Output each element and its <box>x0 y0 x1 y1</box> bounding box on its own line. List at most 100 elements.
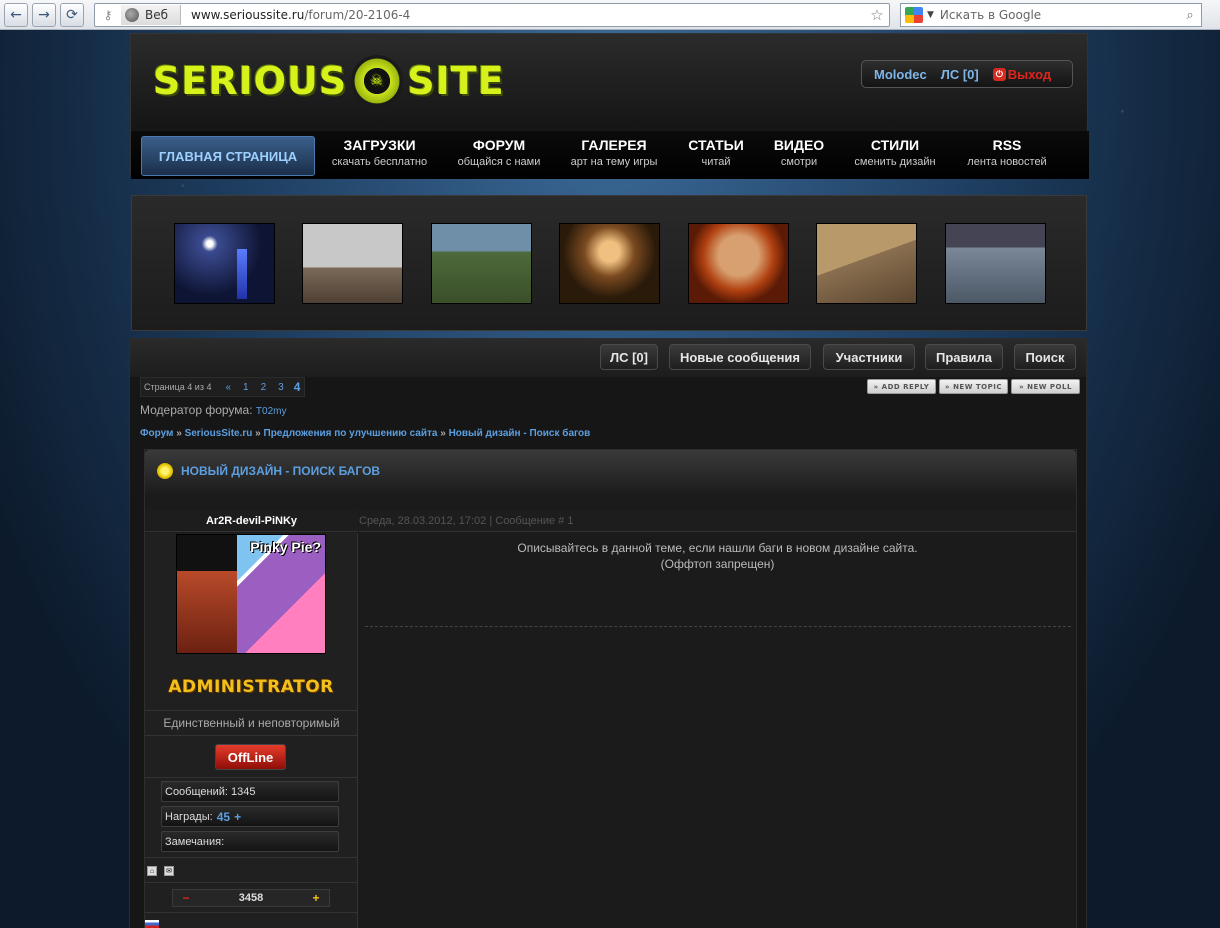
rep-minus-button[interactable]: − <box>173 891 199 905</box>
post-text-line: Описывайтесь в данной теме, если нашли б… <box>517 541 918 555</box>
gallery-thumbnail[interactable] <box>302 223 403 304</box>
web-chip[interactable]: Веб <box>121 5 182 25</box>
bookmark-star-icon[interactable]: ☆ <box>865 6 889 24</box>
breadcrumb-separator: » <box>440 428 446 439</box>
key-icon: ⚷ <box>103 8 113 22</box>
breadcrumb-separator: » <box>176 428 182 439</box>
pm-link[interactable]: ЛС [0] <box>941 67 979 82</box>
nav-downloads[interactable]: ЗАГРУЗКИ скачать бесплатно <box>317 137 442 168</box>
user-panel: Molodec ЛС [0] ⏻ Выход <box>861 60 1073 88</box>
username-link[interactable]: Molodec <box>874 67 927 82</box>
reload-button[interactable]: ⟳ <box>60 2 84 27</box>
nav-styles[interactable]: СТИЛИ сменить дизайн <box>847 137 943 168</box>
nav-home[interactable]: ГЛАВНАЯ СТРАНИЦА <box>141 136 315 176</box>
pager-current: 4 <box>293 380 301 394</box>
mail-icon[interactable]: ✉ <box>164 866 174 876</box>
breadcrumb-separator: » <box>255 428 261 439</box>
gallery-thumbnail[interactable] <box>945 223 1046 304</box>
reputation-box: − 3458 + <box>172 889 330 907</box>
logo-text-left: SERIOUS <box>153 59 348 103</box>
nav-subtitle: общайся с нами <box>457 156 541 168</box>
nav-subtitle: лента новостей <box>967 156 1047 168</box>
new-topic-button[interactable]: » NEW TOPIC <box>939 379 1008 394</box>
gallery-thumbnail[interactable] <box>559 223 660 304</box>
nav-title: СТИЛИ <box>870 137 920 153</box>
chevron-down-icon[interactable]: ▼ <box>927 10 934 20</box>
reputation-value: 3458 <box>238 892 264 904</box>
google-search-box[interactable]: ▼ Искать в Google ⌕ <box>900 3 1202 27</box>
web-chip-label: Веб <box>145 8 169 22</box>
moderator-link[interactable]: T02my <box>256 406 287 417</box>
country-flag-icon <box>145 920 159 928</box>
nav-forum[interactable]: ФОРУМ общайся с нами <box>449 137 549 168</box>
gallery-thumbnail[interactable] <box>174 223 275 304</box>
pager-page[interactable]: 1 <box>237 382 255 393</box>
awards-plus[interactable]: + <box>234 810 241 824</box>
new-poll-label: NEW POLL <box>1027 382 1072 391</box>
breadcrumb-link[interactable]: Форум <box>140 428 173 439</box>
url-text[interactable]: www.serioussite.ru/forum/20-2106-4 <box>181 8 865 22</box>
search-button[interactable]: Поиск <box>1014 344 1076 370</box>
gallery-thumbnail[interactable] <box>816 223 917 304</box>
site-logo[interactable]: SERIOUS ☠ SITE <box>153 55 505 107</box>
nav-rss[interactable]: RSS лента новостей <box>959 137 1055 168</box>
back-button[interactable]: ← <box>4 2 28 27</box>
awards-count: Награды: 45 + <box>161 806 339 827</box>
nav-gallery[interactable]: ГАЛЕРЕЯ арт на тему игры <box>564 137 664 168</box>
pager-page[interactable]: 3 <box>272 382 290 393</box>
profile-icon[interactable]: ⌂ <box>147 866 157 876</box>
breadcrumb-link[interactable]: SeriousSite.ru <box>185 428 253 439</box>
rules-button[interactable]: Правила <box>925 344 1003 370</box>
user-status-text: Единственный и неповторимый <box>145 710 358 736</box>
topic-header: НОВЫЙ ДИЗАЙН - ПОИСК БАГОВ <box>145 450 1076 494</box>
site-header: SERIOUS ☠ SITE Molodec ЛС [0] ⏻ Выход ГЛ… <box>130 33 1089 179</box>
gallery-thumbnail[interactable] <box>688 223 789 304</box>
warnings-label: Замечания: <box>165 835 225 848</box>
members-button[interactable]: Участники <box>823 344 915 370</box>
logout-link[interactable]: ⏻ Выход <box>992 67 1051 82</box>
nav-title: ЗАГРУЗКИ <box>343 137 416 153</box>
avatar-caption: Pinky Pie? <box>250 539 321 555</box>
nav-articles[interactable]: СТАТЬИ читай <box>679 137 753 168</box>
url-path: /forum/20-2106-4 <box>304 8 411 22</box>
add-reply-label: ADD REPLY <box>881 382 930 391</box>
nav-subtitle: арт на тему игры <box>570 156 658 168</box>
nav-video[interactable]: ВИДЕО смотри <box>765 137 833 168</box>
new-poll-button[interactable]: » NEW POLL <box>1011 379 1080 394</box>
divider <box>145 857 358 858</box>
rank-label: ADMINISTRATOR <box>168 677 334 697</box>
pager-prev[interactable]: « <box>219 382 237 393</box>
search-placeholder: Искать в Google <box>939 8 1042 22</box>
nav-title: ВИДЕО <box>773 137 825 153</box>
forum-area: ЛС [0] Новые сообщения Участники Правила… <box>129 338 1087 928</box>
forum-toolbar: ЛС [0] Новые сообщения Участники Правила… <box>130 339 1086 377</box>
url-domain: www.serioussite.ru <box>191 8 305 22</box>
gallery-thumbnail[interactable] <box>431 223 532 304</box>
breadcrumb: Форум » SeriousSite.ru » Предложения по … <box>140 428 590 439</box>
main-navigation: ГЛАВНАЯ СТРАНИЦА ЗАГРУЗКИ скачать беспла… <box>131 131 1089 179</box>
forward-button[interactable]: → <box>32 2 56 27</box>
add-reply-button[interactable]: » ADD REPLY <box>867 379 936 394</box>
logo-text-right: SITE <box>407 59 505 103</box>
nav-subtitle: смотри <box>780 156 818 168</box>
post-author-name[interactable]: Ar2R-devil-PiNKy <box>145 510 358 532</box>
rep-plus-button[interactable]: + <box>303 891 329 905</box>
pager-page[interactable]: 2 <box>255 382 273 393</box>
breadcrumb-link[interactable]: Новый дизайн - Поиск багов <box>449 428 591 439</box>
pagination: Страница 4 из 4 « 1 2 3 4 <box>140 377 306 397</box>
search-icon[interactable]: ⌕ <box>1179 8 1201 23</box>
breadcrumb-link[interactable]: Предложения по улучшению сайта <box>264 428 438 439</box>
divider <box>145 912 358 913</box>
address-bar[interactable]: ⚷ Веб www.serioussite.ru/forum/20-2106-4… <box>94 3 890 27</box>
post-text-line: (Оффтоп запрещен) <box>660 557 775 571</box>
awards-value[interactable]: 45 <box>217 810 230 824</box>
new-topic-label: NEW TOPIC <box>953 382 1002 391</box>
screenshot-gallery <box>131 195 1087 331</box>
divider <box>145 777 358 778</box>
pm-button[interactable]: ЛС [0] <box>600 344 658 370</box>
messages-label: Сообщений: <box>165 785 228 798</box>
new-messages-button[interactable]: Новые сообщения <box>669 344 811 370</box>
avatar: Pinky Pie? <box>176 534 326 654</box>
nav-title: ГАЛЕРЕЯ <box>581 137 647 153</box>
skull-icon: ☠ <box>351 55 404 107</box>
